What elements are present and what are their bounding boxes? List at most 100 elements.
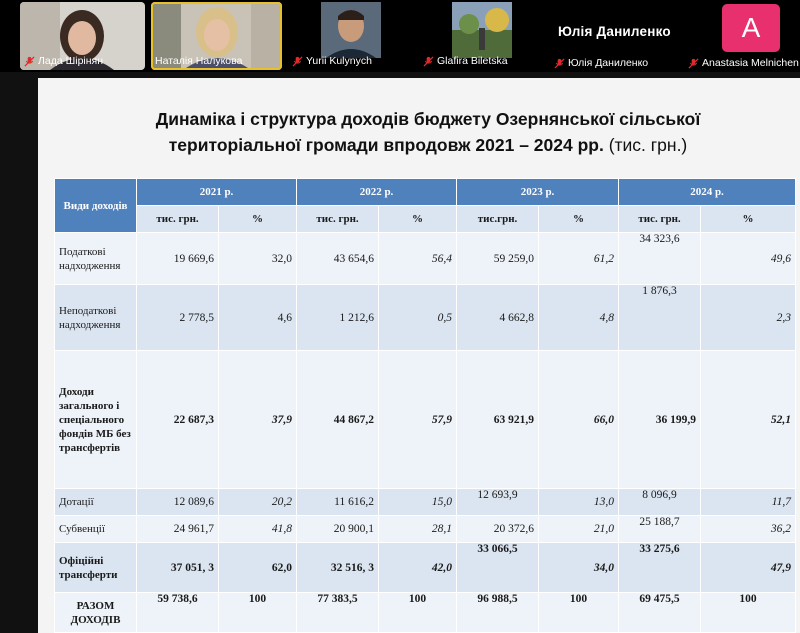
row-label: РАЗОМ ДОХОДІВ	[54, 592, 137, 633]
table-cell: 61,2	[538, 232, 619, 285]
table-cell: 13,0	[538, 488, 619, 516]
table-cell: 59 259,0	[456, 232, 539, 285]
unit-header: тис. грн.	[136, 205, 219, 233]
table-cell: 1 212,6	[296, 284, 379, 351]
unit-header: %	[218, 205, 297, 233]
table-cell: 100	[700, 592, 796, 633]
table-cell: 43 654,6	[296, 232, 379, 285]
table-cell: 4,8	[538, 284, 619, 351]
table-row: Дотації 12 089,6 20,2 11 616,2 15,0 12 6…	[54, 488, 796, 516]
row-label: Субвенції	[54, 515, 137, 543]
table-cell: 19 669,6	[136, 232, 219, 285]
table-cell: 12 089,6	[136, 488, 219, 516]
table-cell: 96 988,5	[456, 592, 539, 633]
table-cell: 22 687,3	[136, 350, 219, 489]
row-label: Офіційні трансферти	[54, 542, 137, 593]
year-header: 2022 р.	[296, 178, 457, 206]
table-cell: 15,0	[378, 488, 457, 516]
table-header-years: Види доходів 2021 р. 2022 р. 2023 р. 202…	[54, 178, 796, 233]
table-cell: 100	[378, 592, 457, 633]
row-label: Дотації	[54, 488, 137, 516]
year-header: 2021 р.	[136, 178, 297, 206]
mic-muted-icon	[423, 55, 434, 67]
table-cell: 2 778,5	[136, 284, 219, 351]
table-cell: 37 051, 3	[136, 542, 219, 593]
participant-name: Anastasia Melnichen	[702, 57, 799, 69]
unit-header: тис. грн.	[618, 205, 701, 233]
table-cell: 21,0	[538, 515, 619, 543]
table-row: Податкові надходження 19 669,6 32,0 43 6…	[54, 232, 796, 285]
row-label: Доходи загального і спеціального фондів …	[54, 350, 137, 489]
participant-tile[interactable]: Юлія Даниленко	[550, 0, 678, 72]
unit-header: тис. грн.	[296, 205, 379, 233]
table-cell: 77 383,5	[296, 592, 379, 633]
table-cell: 62,0	[218, 542, 297, 593]
slide-title-line2: територіальної громади впродовж 2021 – 2…	[168, 135, 604, 155]
participant-label: Glafira Biletska	[419, 54, 544, 68]
participant-tile[interactable]: Anastasia Melnichen	[684, 0, 800, 72]
table-cell: 100	[538, 592, 619, 633]
table-cell: 41,8	[218, 515, 297, 543]
unit-header: тис.грн.	[456, 205, 539, 233]
table-cell: 11,7	[700, 488, 796, 516]
table-cell: 37,9	[218, 350, 297, 489]
table-cell: 24 961,7	[136, 515, 219, 543]
table-cell: 56,4	[378, 232, 457, 285]
unit-header: %	[700, 205, 796, 233]
table-cell: 34 323,6	[618, 232, 701, 285]
slide-title-line1: Динаміка і структура доходів бюджету Озе…	[155, 109, 701, 129]
participant-tile[interactable]: Glafira Biletska	[419, 2, 544, 70]
table-cell: 57,9	[378, 350, 457, 489]
participant-strip: Лада Шірінян Наталія Налукова Yurii Kuly…	[0, 0, 800, 72]
participant-tile-active[interactable]: Наталія Налукова	[151, 2, 282, 70]
slide-title-unit: (тис. грн.)	[603, 135, 688, 155]
mic-muted-icon	[688, 57, 699, 69]
table-cell: 20 372,6	[456, 515, 539, 543]
table-cell: 49,6	[700, 232, 796, 285]
table-cell: 63 921,9	[456, 350, 539, 489]
participant-name: Glafira Biletska	[437, 55, 508, 67]
table-cell: 20 900,1	[296, 515, 379, 543]
table-cell: 33 275,6	[618, 542, 701, 593]
table-cell: 47,9	[700, 542, 796, 593]
table-cell: 42,0	[378, 542, 457, 593]
unit-header: %	[538, 205, 619, 233]
shared-slide: Динаміка і структура доходів бюджету Озе…	[38, 78, 800, 633]
participant-name: Наталія Налукова	[155, 55, 243, 67]
participant-tile[interactable]: Yurii Kulynych	[288, 2, 413, 70]
table-cell: 100	[218, 592, 297, 633]
table-cell: 1 876,3	[618, 284, 701, 351]
participant-label: Anastasia Melnichen	[684, 56, 800, 70]
unit-header: %	[378, 205, 457, 233]
table-cell: 32,0	[218, 232, 297, 285]
table-cell: 4,6	[218, 284, 297, 351]
table-row: Субвенції 24 961,7 41,8 20 900,1 28,1 20…	[54, 515, 796, 543]
table-cell: 52,1	[700, 350, 796, 489]
participant-tile[interactable]: Лада Шірінян	[20, 2, 145, 70]
table-row: Офіційні трансферти 37 051, 3 62,0 32 51…	[54, 542, 796, 593]
table-cell: 28,1	[378, 515, 457, 543]
participant-label: Yurii Kulynych	[288, 54, 413, 68]
table-cell: 36,2	[700, 515, 796, 543]
table-cell: 4 662,8	[456, 284, 539, 351]
table-corner-header: Види доходів	[54, 178, 137, 233]
participant-name: Юлія Даниленко	[568, 57, 649, 69]
table-cell: 33 066,5	[456, 542, 539, 593]
year-header: 2024 р.	[618, 178, 796, 206]
table-cell: 59 738,6	[136, 592, 219, 633]
participant-name: Лада Шірінян	[38, 55, 104, 67]
table-cell: 69 475,5	[618, 592, 701, 633]
table-cell: 44 867,2	[296, 350, 379, 489]
table-cell: 8 096,9	[618, 488, 701, 516]
table-cell: 25 188,7	[618, 515, 701, 543]
table-header-units: тис. грн. % тис. грн. % тис.грн. % тис. …	[55, 205, 796, 233]
row-label: Неподаткові надходження	[54, 284, 137, 351]
participant-name: Yurii Kulynych	[306, 55, 372, 67]
table-row-total: РАЗОМ ДОХОДІВ 59 738,6 100 77 383,5 100 …	[54, 592, 796, 633]
participant-label: Юлія Даниленко	[550, 56, 678, 70]
table-cell: 36 199,9	[618, 350, 701, 489]
table-cell: 2,3	[700, 284, 796, 351]
table-cell: 0,5	[378, 284, 457, 351]
mic-muted-icon	[24, 55, 35, 67]
budget-table: Види доходів 2021 р. 2022 р. 2023 р. 202…	[54, 178, 796, 633]
